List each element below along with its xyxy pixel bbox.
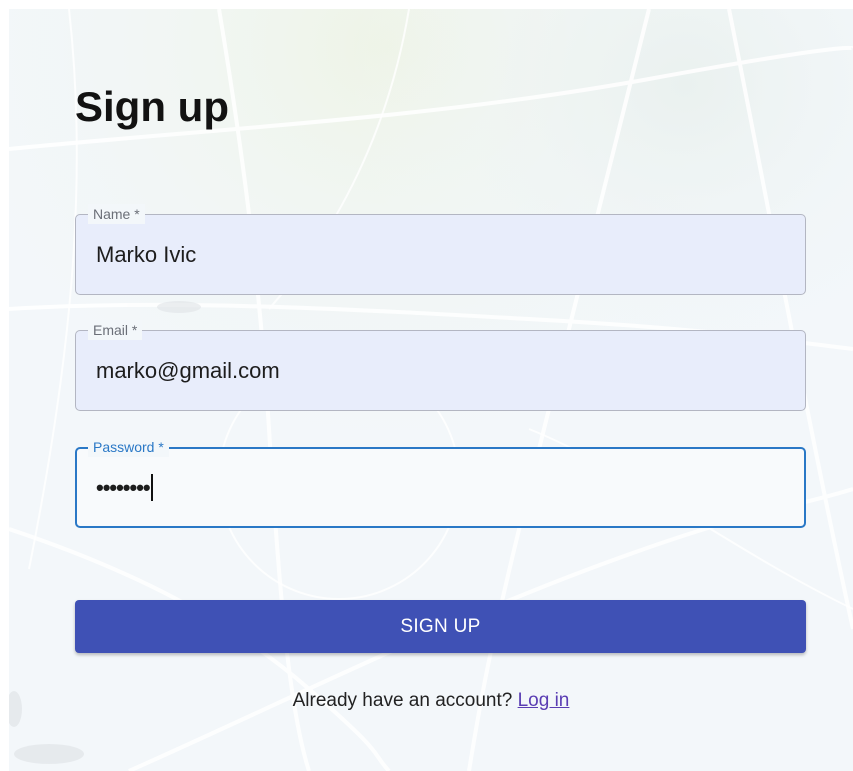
page-title: Sign up <box>75 83 229 130</box>
password-masked-value: •••••••• <box>96 475 151 500</box>
login-prompt: Already have an account? Log in <box>9 689 853 713</box>
signup-card: Sign up Name * Marko Ivic Email * marko@… <box>9 9 853 771</box>
email-field[interactable]: Email * marko@gmail.com <box>75 320 806 411</box>
log-in-link[interactable]: Log in <box>518 690 570 711</box>
sign-up-button[interactable]: SIGN UP <box>75 600 806 653</box>
name-field-value: Marko Ivic <box>96 242 197 267</box>
password-field[interactable]: Password * •••••••• <box>75 437 806 528</box>
text-caret <box>150 474 153 502</box>
name-field-label: Name * <box>88 204 145 224</box>
login-prompt-text: Already have an account? <box>292 690 513 711</box>
password-field-label: Password * <box>88 437 169 457</box>
password-field-value: •••••••• <box>96 473 153 503</box>
page: Sign up Name * Marko Ivic Email * marko@… <box>0 0 853 771</box>
email-field-value: marko@gmail.com <box>96 358 280 383</box>
name-field[interactable]: Name * Marko Ivic <box>75 204 806 295</box>
email-field-label: Email * <box>88 320 143 340</box>
signup-form: Sign up Name * Marko Ivic Email * marko@… <box>9 9 853 771</box>
